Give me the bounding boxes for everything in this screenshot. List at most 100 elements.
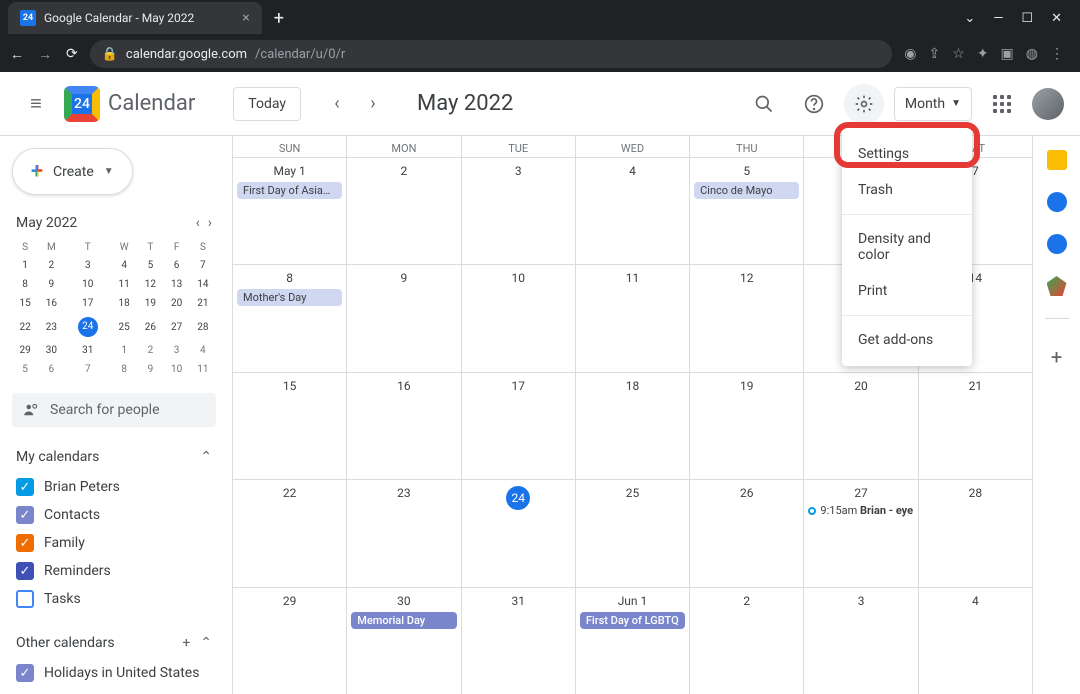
- calendar-list-item[interactable]: ✓Reminders: [12, 557, 216, 585]
- day-cell[interactable]: 279:15am Brian - eye: [803, 480, 917, 586]
- mini-day-cell[interactable]: 6: [164, 256, 190, 275]
- mini-day-cell[interactable]: 3: [164, 341, 190, 360]
- day-cell[interactable]: 4: [575, 158, 689, 264]
- day-cell[interactable]: 15: [232, 373, 346, 479]
- mini-calendar[interactable]: SMTWTFS 12345678910111213141516171819202…: [12, 239, 216, 379]
- mini-day-cell[interactable]: 11: [190, 360, 216, 379]
- day-cell[interactable]: 2: [689, 588, 803, 694]
- day-cell[interactable]: 18: [575, 373, 689, 479]
- settings-menu-item[interactable]: Settings: [842, 136, 972, 172]
- search-icon[interactable]: [744, 84, 784, 124]
- mini-day-cell[interactable]: 16: [38, 294, 64, 313]
- settings-menu-item[interactable]: Density and color: [842, 221, 972, 273]
- day-cell[interactable]: 30Memorial Day: [346, 588, 460, 694]
- close-window-icon[interactable]: ✕: [1051, 11, 1062, 26]
- mini-day-cell[interactable]: 19: [137, 294, 163, 313]
- day-cell[interactable]: 25: [575, 480, 689, 586]
- settings-menu-item[interactable]: Print: [842, 273, 972, 309]
- day-cell[interactable]: 3: [461, 158, 575, 264]
- day-cell[interactable]: 8Mother's Day: [232, 265, 346, 371]
- mini-day-cell[interactable]: 30: [38, 341, 64, 360]
- mini-day-cell[interactable]: 9: [38, 275, 64, 294]
- checkbox[interactable]: ✓: [16, 562, 34, 580]
- mini-day-cell[interactable]: 2: [137, 341, 163, 360]
- other-calendars-header[interactable]: Other calendars + ⌃: [12, 635, 216, 651]
- mini-day-cell[interactable]: 10: [64, 275, 111, 294]
- mini-day-cell[interactable]: 8: [12, 275, 38, 294]
- mini-day-cell[interactable]: 4: [111, 256, 137, 275]
- mini-day-cell[interactable]: 4: [190, 341, 216, 360]
- extensions-icon[interactable]: ✦: [977, 46, 989, 62]
- star-icon[interactable]: ☆: [952, 46, 965, 62]
- browser-tab[interactable]: 24 Google Calendar - May 2022 ×: [8, 2, 262, 34]
- day-cell[interactable]: 9: [346, 265, 460, 371]
- day-cell[interactable]: 16: [346, 373, 460, 479]
- checkbox[interactable]: ✓: [16, 664, 34, 682]
- mini-day-cell[interactable]: 24: [64, 313, 111, 341]
- prev-month-button[interactable]: ‹: [321, 88, 353, 120]
- calendar-list-item[interactable]: ✓Brian Peters: [12, 473, 216, 501]
- back-icon[interactable]: ←: [10, 46, 24, 63]
- panel-icon[interactable]: ▣: [1001, 46, 1014, 62]
- day-cell[interactable]: 19: [689, 373, 803, 479]
- day-cell[interactable]: 23: [346, 480, 460, 586]
- keep-icon[interactable]: [1047, 150, 1067, 170]
- mini-day-cell[interactable]: 10: [164, 360, 190, 379]
- mini-day-cell[interactable]: 27: [164, 313, 190, 341]
- today-button[interactable]: Today: [233, 87, 301, 121]
- event-chip[interactable]: First Day of LGBTQ: [580, 612, 685, 629]
- event-chip[interactable]: First Day of Asian P: [237, 182, 342, 199]
- mini-day-cell[interactable]: 15: [12, 294, 38, 313]
- next-month-button[interactable]: ›: [357, 88, 389, 120]
- mini-day-cell[interactable]: 3: [64, 256, 111, 275]
- calendar-list-item[interactable]: Tasks: [12, 585, 216, 613]
- kebab-icon[interactable]: ⋮: [1050, 46, 1064, 62]
- view-selector[interactable]: Month ▼: [894, 87, 972, 121]
- mini-day-cell[interactable]: 22: [12, 313, 38, 341]
- mini-day-cell[interactable]: 25: [111, 313, 137, 341]
- account-avatar[interactable]: [1032, 88, 1064, 120]
- day-cell[interactable]: 12: [689, 265, 803, 371]
- mini-day-cell[interactable]: 28: [190, 313, 216, 341]
- day-cell[interactable]: Jun 1First Day of LGBTQ: [575, 588, 689, 694]
- new-tab-button[interactable]: +: [274, 8, 284, 29]
- minimize-icon[interactable]: —: [993, 11, 1003, 26]
- day-cell[interactable]: 20: [803, 373, 917, 479]
- settings-menu-item[interactable]: Trash: [842, 172, 972, 208]
- add-panel-icon[interactable]: +: [1051, 345, 1062, 369]
- url-field[interactable]: 🔒 calendar.google.com/calendar/u/0/r: [90, 40, 893, 68]
- share-icon[interactable]: ⇪: [929, 46, 941, 62]
- mini-day-cell[interactable]: 2: [38, 256, 64, 275]
- create-button[interactable]: + Create ▼: [12, 148, 133, 195]
- checkbox[interactable]: [16, 590, 34, 608]
- mini-day-cell[interactable]: 9: [137, 360, 163, 379]
- mini-day-cell[interactable]: 17: [64, 294, 111, 313]
- chevron-up-icon[interactable]: ⌃: [200, 635, 212, 651]
- mini-day-cell[interactable]: 26: [137, 313, 163, 341]
- mini-day-cell[interactable]: 20: [164, 294, 190, 313]
- mini-day-cell[interactable]: 7: [190, 256, 216, 275]
- reload-icon[interactable]: ⟳: [66, 46, 78, 62]
- day-cell[interactable]: 5Cinco de Mayo: [689, 158, 803, 264]
- mini-day-cell[interactable]: 1: [111, 341, 137, 360]
- app-logo[interactable]: 24 Calendar: [64, 86, 195, 122]
- checkbox[interactable]: ✓: [16, 478, 34, 496]
- day-cell[interactable]: 11: [575, 265, 689, 371]
- day-cell[interactable]: 17: [461, 373, 575, 479]
- settings-menu-item[interactable]: Get add-ons: [842, 322, 972, 358]
- day-cell[interactable]: 4: [918, 588, 1032, 694]
- event-chip[interactable]: Cinco de Mayo: [694, 182, 799, 199]
- maps-icon[interactable]: [1047, 276, 1067, 296]
- search-people-input[interactable]: Search for people: [12, 393, 216, 427]
- settings-gear-icon[interactable]: [844, 84, 884, 124]
- mini-day-cell[interactable]: 18: [111, 294, 137, 313]
- close-icon[interactable]: ×: [242, 10, 249, 26]
- contacts-icon[interactable]: [1047, 234, 1067, 254]
- profile-icon[interactable]: ◍: [1026, 46, 1038, 62]
- help-icon[interactable]: [794, 84, 834, 124]
- mini-day-cell[interactable]: 11: [111, 275, 137, 294]
- checkbox[interactable]: ✓: [16, 534, 34, 552]
- mini-day-cell[interactable]: 21: [190, 294, 216, 313]
- day-cell[interactable]: 29: [232, 588, 346, 694]
- maximize-icon[interactable]: ☐: [1021, 11, 1033, 26]
